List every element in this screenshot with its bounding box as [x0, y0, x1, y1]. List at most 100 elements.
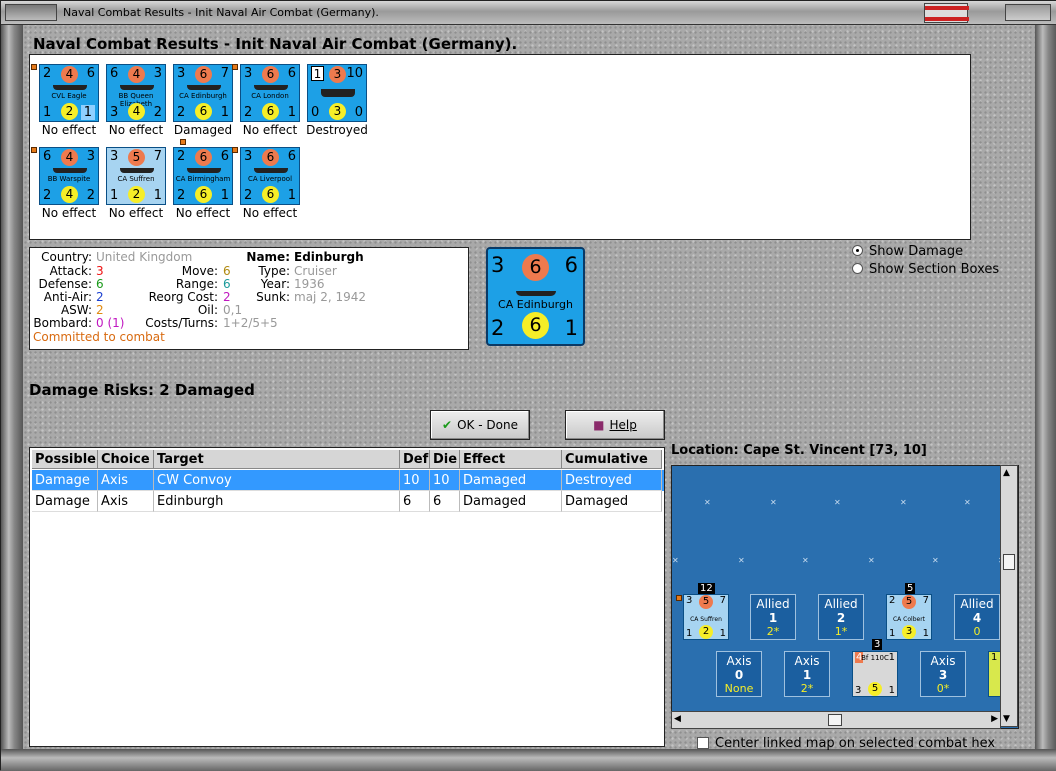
unit-counter[interactable]: 366 CA Liverpool 261 — [240, 147, 300, 205]
unit-result: No effect — [175, 206, 231, 220]
close-button[interactable] — [1005, 4, 1051, 21]
col-target[interactable]: Target — [154, 450, 400, 469]
ok-done-button[interactable]: ✔ OK - Done — [430, 410, 530, 440]
map-aircraft-counter[interactable]: 4 Bf 110C 1 351 — [852, 651, 898, 697]
title-bar[interactable]: Naval Combat Results - Init Naval Air Co… — [1, 1, 1056, 25]
map-unit-counter[interactable]: 257 CA Colbert 131 — [886, 594, 932, 640]
frame-left — [1, 25, 23, 771]
frame-bottom — [1, 749, 1056, 771]
move-label: Move: — [181, 264, 218, 278]
stack-count: 3 — [872, 639, 883, 650]
window: Naval Combat Results - Init Naval Air Co… — [0, 0, 1056, 771]
stack-count: 12 — [698, 583, 715, 594]
col-effect[interactable]: Effect — [460, 450, 562, 469]
year-label: Year: — [260, 277, 290, 291]
axis-hex-summary[interactable]: Axis 3 0* — [920, 651, 966, 697]
center-map-checkbox[interactable]: Center linked map on selected combat hex — [697, 736, 995, 751]
show-damage-radio[interactable]: Show Damage — [852, 244, 963, 259]
cruiser-icon — [187, 168, 221, 173]
axis-hex-summary[interactable]: Axis 0 None — [716, 651, 762, 697]
table-row[interactable]: Damage Axis Edinburgh 6 6 Damaged Damage… — [32, 491, 664, 512]
col-possible[interactable]: Possible — [32, 450, 98, 469]
map-vertical-scrollbar[interactable]: ▲ ▼ — [1000, 465, 1018, 727]
system-menu-button[interactable] — [5, 4, 57, 21]
col-choice[interactable]: Choice — [98, 450, 154, 469]
convoy-icon — [321, 89, 355, 97]
help-book-icon: ■ — [593, 418, 605, 432]
country-value: United Kingdom — [96, 250, 193, 264]
bombard-label: Bombard: — [33, 316, 92, 330]
oil-label: Oil: — [197, 303, 218, 317]
col-cumulative[interactable]: Cumulative — [562, 450, 662, 469]
unit-marker-icon — [31, 64, 37, 70]
location-label: Location: Cape St. Vincent [73, 10] — [671, 443, 927, 458]
unit-counter[interactable]: 366 CA London 261 — [240, 64, 300, 122]
cruiser-icon — [187, 85, 221, 90]
checkbox-icon — [697, 737, 709, 749]
unit-result: Damaged — [173, 123, 233, 137]
unit-counter[interactable]: 643 BB Warspite 242 — [39, 147, 99, 205]
unit-marker-icon — [676, 595, 682, 601]
cruiser-icon — [254, 168, 288, 173]
type-label: Type: — [258, 264, 290, 278]
sunk-label: Sunk: — [256, 290, 290, 304]
allied-hex-summary[interactable]: Allied 1 2* — [750, 594, 796, 640]
sunk-value: maj 2, 1942 — [294, 290, 366, 304]
antiair-label: Anti-Air: — [43, 290, 92, 304]
unit-marker-icon — [31, 147, 37, 153]
country-label: Country: — [41, 250, 92, 264]
unit-counter[interactable]: 357 CA Suffren 121 — [106, 147, 166, 205]
page-title: Naval Combat Results - Init Naval Air Co… — [33, 35, 518, 53]
allied-hex-summary[interactable]: Allied 2 1* — [818, 594, 864, 640]
axis-hex-summary[interactable]: Axis 1 2* — [784, 651, 830, 697]
combat-map[interactable]: ✕✕✕✕✕ ✕✕✕✕✕✕ 12 357 CA Suffren 121 Allie… — [671, 465, 1019, 729]
costs-value: 1+2/5+5 — [223, 316, 278, 330]
battleship-icon — [120, 85, 154, 90]
unit-counter[interactable]: 246 CVL Eagle 121 — [39, 64, 99, 122]
radio-selected-icon — [852, 245, 863, 256]
defense-label: Defense: — [38, 277, 92, 291]
oil-value: 0,1 — [223, 303, 243, 317]
col-def[interactable]: Def — [400, 450, 430, 469]
unit-marker-icon — [232, 147, 238, 153]
unit-counter[interactable]: 643 BB Queen Elizabeth 342 — [106, 64, 166, 122]
show-section-boxes-radio[interactable]: Show Section Boxes — [852, 262, 999, 277]
dialog-content: Naval Combat Results - Init Naval Air Co… — [23, 25, 1035, 751]
frame-right — [1035, 25, 1056, 771]
map-horizontal-scrollbar[interactable]: ◀ ▶ — [671, 711, 1001, 729]
scroll-thumb[interactable] — [1003, 554, 1015, 570]
unit-result: No effect — [242, 206, 298, 220]
map-unit-counter[interactable]: 357 CA Suffren 121 — [683, 594, 729, 640]
cruiser-icon — [120, 168, 154, 173]
cruiser-icon — [516, 291, 556, 296]
year-value: 1936 — [294, 277, 325, 291]
name-label: Name: — [246, 250, 290, 264]
damage-risks-label: Damage Risks: 2 Damaged — [29, 381, 255, 399]
nation-flag-icon — [924, 3, 969, 23]
unit-marker-icon — [232, 64, 238, 70]
antiair-value: 2 — [96, 290, 104, 304]
cruiser-icon — [254, 85, 288, 90]
damage-table: Possible Choice Target Def Die Effect Cu… — [29, 447, 665, 747]
scroll-down-icon[interactable]: ▼ — [1003, 714, 1010, 724]
unit-result: No effect — [41, 206, 97, 220]
scroll-left-icon[interactable]: ◀ — [674, 714, 681, 724]
col-die[interactable]: Die — [430, 450, 460, 469]
scroll-right-icon[interactable]: ▶ — [991, 714, 998, 724]
help-button[interactable]: ■ Help — [565, 410, 665, 440]
unit-marker-icon — [180, 139, 186, 145]
allied-hex-summary[interactable]: Allied 4 0 — [954, 594, 1000, 640]
unit-counter[interactable]: 266 CA Birmingham 261 — [173, 147, 233, 205]
table-row[interactable]: Damage Axis CW Convoy 10 10 Damaged Dest… — [32, 470, 664, 491]
selected-unit-counter: 3 6 6 CA Edinburgh 2 6 1 — [486, 247, 585, 346]
unit-counter-convoy[interactable]: 1 3 10 030 — [307, 64, 367, 122]
unit-info-panel: Country: United Kingdom Attack: 3 Defens… — [29, 247, 469, 350]
unit-result: No effect — [108, 123, 164, 137]
status-text: Committed to combat — [33, 330, 165, 344]
radio-icon — [852, 263, 863, 274]
defense-value: 6 — [96, 277, 104, 291]
scroll-up-icon[interactable]: ▲ — [1003, 468, 1010, 478]
unit-counter-selected[interactable]: 367 CA Edinburgh 261 — [173, 64, 233, 122]
scroll-thumb[interactable] — [828, 714, 842, 726]
carrier-icon — [53, 85, 87, 90]
